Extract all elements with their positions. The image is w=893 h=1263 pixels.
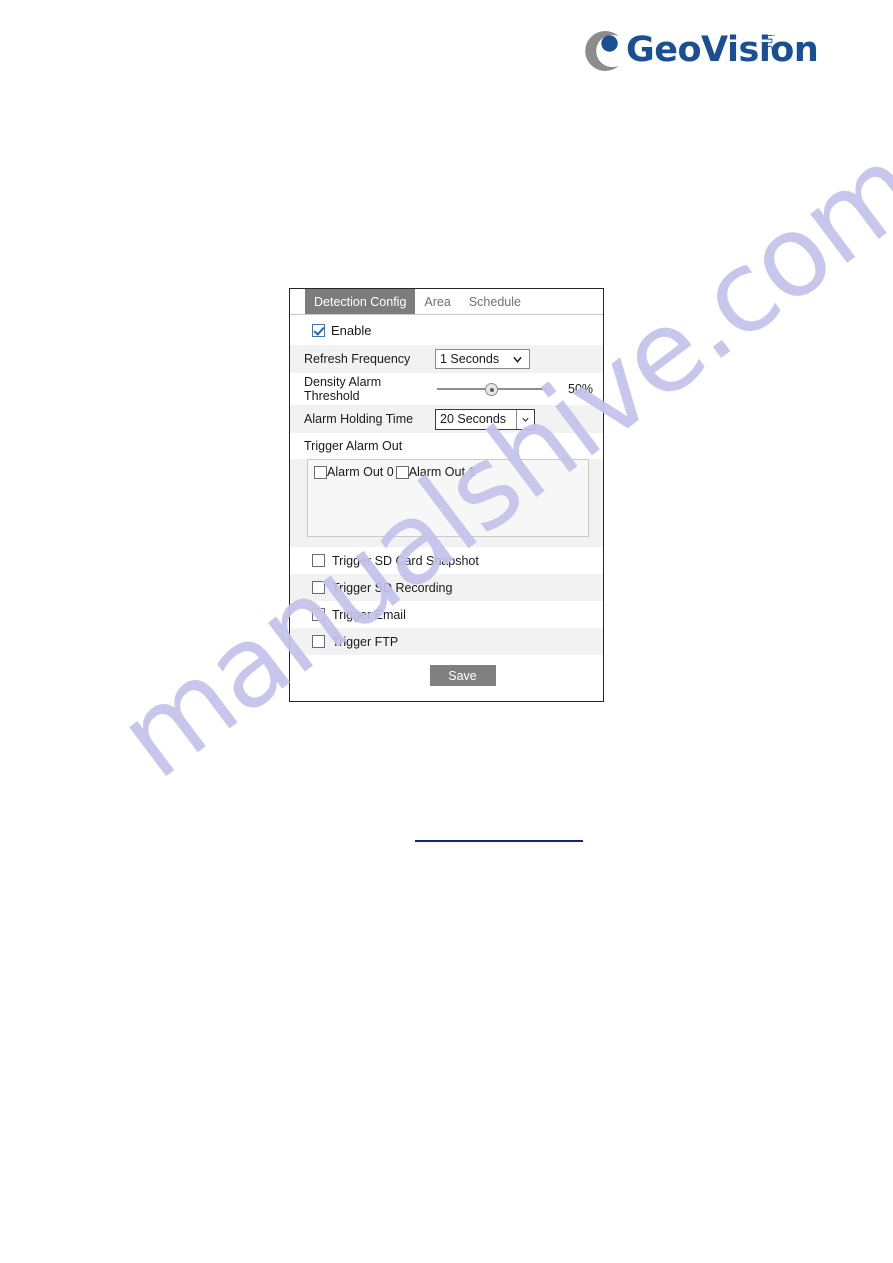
alarm-out-1-label: Alarm Out 1 xyxy=(408,465,476,479)
trigger-sd-card-snapshot-row[interactable]: Trigger SD Card Snapshot xyxy=(290,547,603,574)
tab-schedule-label: Schedule xyxy=(468,294,521,309)
trigger-sd-recording-checkbox[interactable] xyxy=(312,581,325,594)
trigger-email-checkbox[interactable] xyxy=(312,608,325,621)
trigger-alarm-out-title: Trigger Alarm Out xyxy=(290,433,603,459)
trigger-alarm-out-section: Alarm Out 0 Alarm Out 1 xyxy=(290,459,603,547)
refresh-frequency-label: Refresh Frequency xyxy=(304,352,411,366)
detection-config-panel: Detection Config Area Schedule Enable Re… xyxy=(289,288,604,702)
chevron-down-icon xyxy=(522,417,529,422)
tab-schedule[interactable]: Schedule xyxy=(460,289,530,314)
alarm-holding-time-row: Alarm Holding Time 20 Seconds xyxy=(290,405,603,433)
alarm-out-options: Alarm Out 0 Alarm Out 1 xyxy=(314,465,588,479)
trigger-ftp-label: Trigger FTP xyxy=(332,634,399,649)
density-alarm-threshold-row: Density Alarm Threshold 50% xyxy=(290,373,603,405)
refresh-frequency-row: Refresh Frequency 1 Seconds xyxy=(290,345,603,373)
tab-detection-config-label: Detection Config xyxy=(314,294,407,309)
tab-detection-config[interactable]: Detection Config xyxy=(305,289,416,314)
logo-suffix: inc xyxy=(764,34,775,52)
geovision-c-mark-icon xyxy=(585,31,619,71)
geovision-logo: GeoVision inc xyxy=(578,26,819,78)
refresh-frequency-value: 1 Seconds xyxy=(440,352,500,366)
alarm-holding-time-label: Alarm Holding Time xyxy=(304,412,414,426)
refresh-frequency-select[interactable]: 1 Seconds xyxy=(435,349,530,369)
trigger-sd-card-snapshot-checkbox[interactable] xyxy=(312,554,325,567)
alarm-holding-time-value: 20 Seconds xyxy=(440,412,507,426)
logo-wordmark: GeoVision xyxy=(626,30,819,70)
save-button[interactable]: Save xyxy=(429,665,496,686)
trigger-email-label: Trigger Email xyxy=(332,607,406,622)
density-alarm-threshold-control[interactable]: 50% xyxy=(435,382,595,396)
tab-area-label: Area xyxy=(424,294,451,309)
alarm-out-1-checkbox[interactable] xyxy=(395,465,409,479)
trigger-sd-recording-row[interactable]: Trigger SD Recording xyxy=(290,574,603,601)
slider-knob[interactable] xyxy=(485,383,498,396)
alarm-holding-time-select[interactable]: 20 Seconds xyxy=(435,408,535,430)
enable-checkbox[interactable] xyxy=(312,323,325,337)
trigger-alarm-out-box: Alarm Out 0 Alarm Out 1 xyxy=(307,459,589,537)
density-alarm-threshold-slider[interactable] xyxy=(437,382,547,396)
density-alarm-threshold-label: Density Alarm Threshold xyxy=(304,375,382,403)
trigger-ftp-checkbox[interactable] xyxy=(312,635,325,648)
trigger-email-row[interactable]: Trigger Email xyxy=(290,601,603,628)
save-area: Save xyxy=(290,655,603,696)
alarm-out-0-label: Alarm Out 0 xyxy=(327,465,394,479)
enable-label: Enable xyxy=(331,322,372,338)
panel-tabbar: Detection Config Area Schedule xyxy=(290,289,603,315)
enable-row[interactable]: Enable xyxy=(290,315,603,345)
alarm-holding-time-dropdown-button[interactable] xyxy=(516,409,534,429)
chevron-down-icon xyxy=(513,356,522,363)
tab-area[interactable]: Area xyxy=(415,289,459,314)
alarm-out-0-checkbox[interactable] xyxy=(314,465,327,479)
trigger-sd-card-snapshot-label: Trigger SD Card Snapshot xyxy=(332,553,479,568)
density-alarm-threshold-value: 50% xyxy=(568,382,594,396)
blue-underline-rule xyxy=(415,840,583,842)
trigger-sd-recording-label: Trigger SD Recording xyxy=(332,580,453,595)
trigger-ftp-row[interactable]: Trigger FTP xyxy=(290,628,603,655)
